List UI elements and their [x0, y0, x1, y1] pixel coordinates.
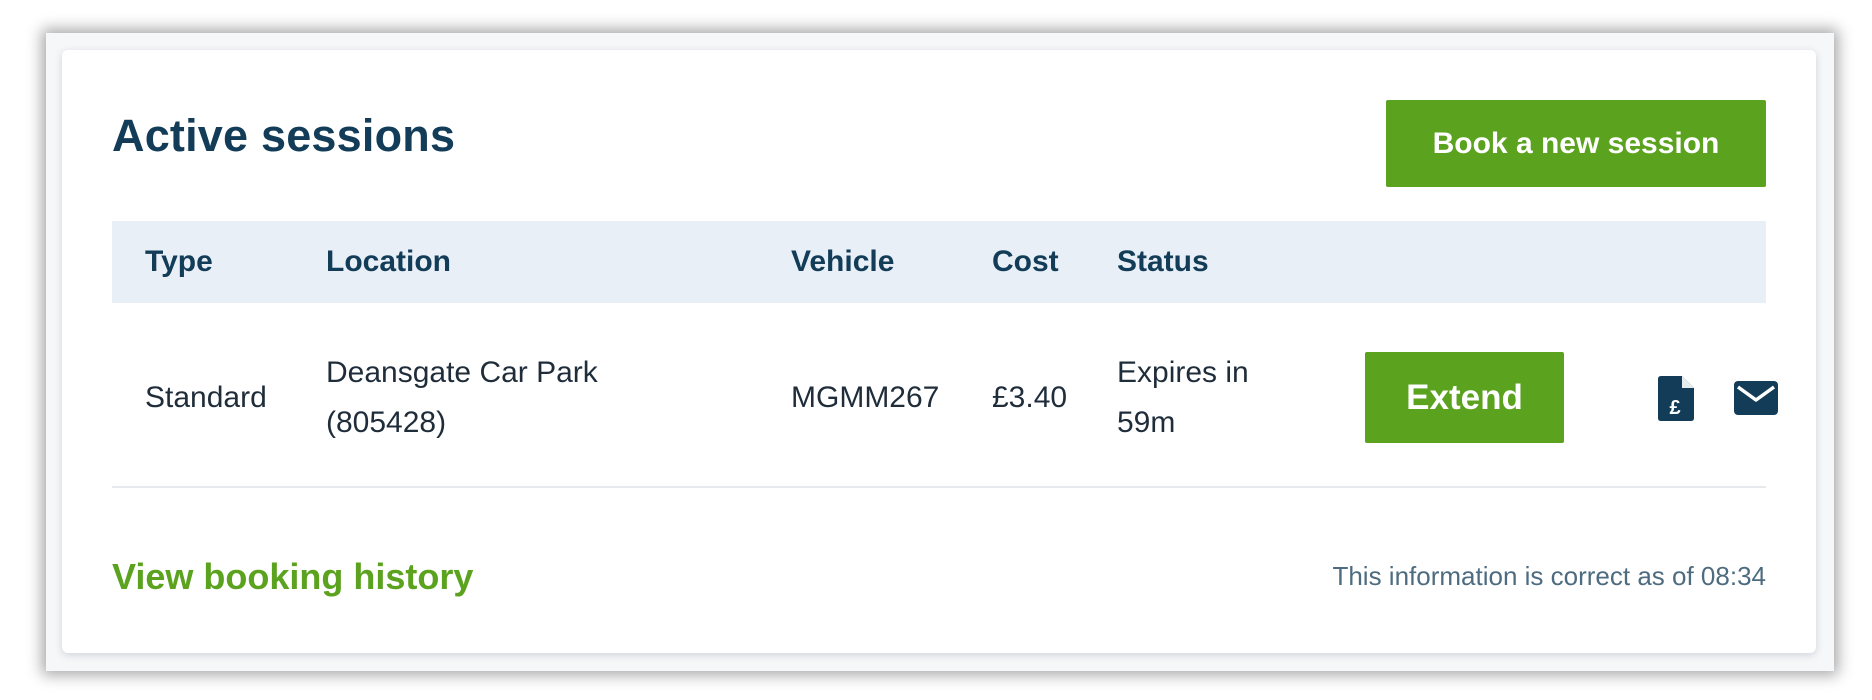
extend-button[interactable]: Extend: [1365, 352, 1564, 443]
view-booking-history-link[interactable]: View booking history: [112, 556, 473, 598]
table-row: Standard Deansgate Car Park (805428) MGM…: [112, 303, 1778, 488]
column-header-cost: Cost: [992, 245, 1059, 278]
receipt-pound-icon[interactable]: £: [1658, 376, 1694, 421]
location-code: (805428): [326, 406, 447, 439]
page-title: Active sessions: [112, 110, 456, 161]
svg-text:£: £: [1669, 397, 1680, 419]
session-cost: £3.40: [992, 381, 1068, 414]
column-header-type: Type: [145, 245, 213, 278]
session-status: Expires in 59m: [1117, 348, 1249, 448]
status-line-2: 59m: [1117, 406, 1176, 439]
session-type: Standard: [145, 381, 267, 414]
status-line-1: Expires in: [1117, 356, 1249, 389]
location-name: Deansgate Car Park: [326, 356, 598, 389]
session-vehicle: MGMM267: [791, 381, 940, 414]
active-sessions-card: Active sessions Book a new session Type …: [62, 50, 1816, 653]
column-header-status: Status: [1117, 245, 1209, 278]
table-header: Type Location Vehicle Cost Status: [112, 221, 1766, 303]
session-location: Deansgate Car Park (805428): [326, 348, 598, 448]
email-icon[interactable]: [1734, 381, 1778, 415]
book-new-session-button[interactable]: Book a new session: [1386, 100, 1766, 187]
column-header-vehicle: Vehicle: [791, 245, 895, 278]
column-header-location: Location: [326, 245, 451, 278]
last-updated-text: This information is correct as of 08:34: [1332, 561, 1766, 591]
